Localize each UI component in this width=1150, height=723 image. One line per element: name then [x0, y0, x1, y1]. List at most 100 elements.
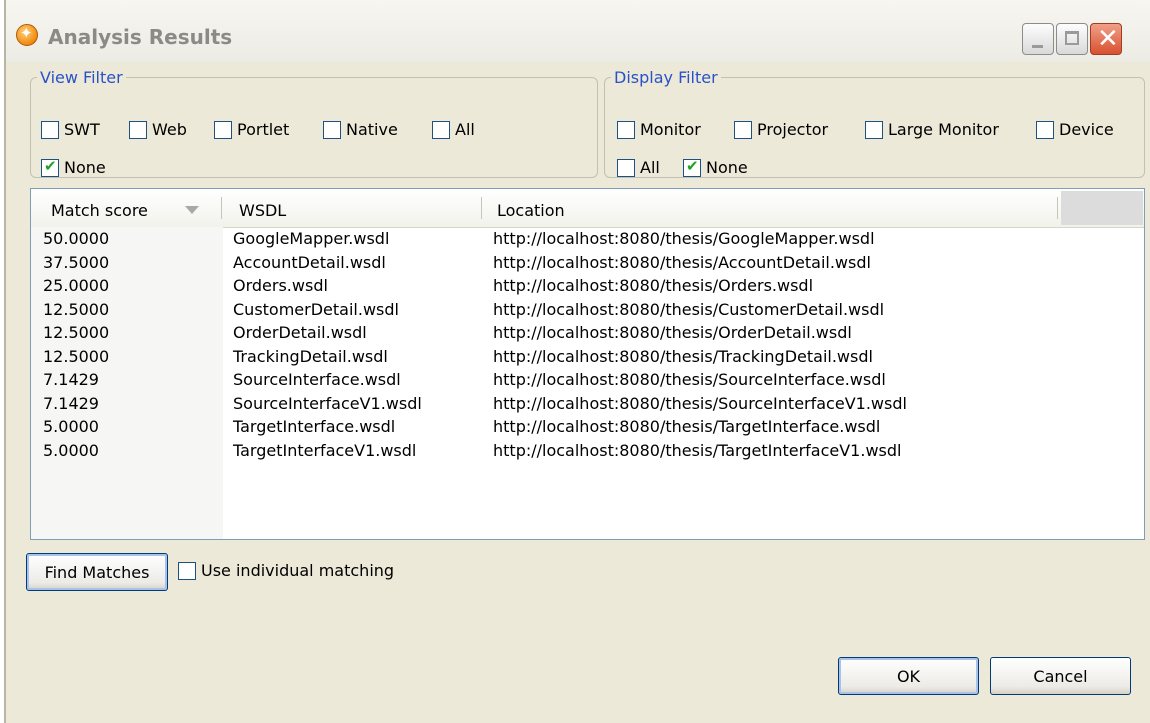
cell-location: http://localhost:8080/thesis/GoogleMappe… [493, 229, 875, 248]
checkbox-box[interactable] [734, 120, 752, 139]
checkbox-box[interactable] [214, 120, 232, 139]
column-header-location[interactable]: Location [497, 201, 565, 220]
view-filter-web-checkbox[interactable]: Web [129, 120, 187, 139]
close-button[interactable]: ✕ [1090, 23, 1122, 55]
cell-match-score: 5.0000 [43, 440, 99, 460]
analysis-results-window: Analysis Results ✕ View Filter SWT Web P… [4, 0, 1150, 723]
column-header-match-score[interactable]: Match score [51, 201, 148, 220]
checkbox-label: Native [346, 120, 398, 139]
display-filter-monitor-checkbox[interactable]: Monitor [617, 120, 701, 139]
cell-wsdl: AccountDetail.wsdl [233, 252, 386, 272]
cell-match-score: 25.0000 [43, 276, 110, 295]
checkbox-label: Device [1059, 120, 1114, 139]
close-icon: ✕ [1097, 24, 1119, 54]
table-row[interactable]: 50.0000 GoogleMapper.wsdl http://localhost… [31, 229, 1144, 252]
cancel-button[interactable]: Cancel [990, 657, 1131, 695]
table-row[interactable]: 12.5000 TrackingDetail.wsdl http://localho… [31, 347, 1144, 370]
results-table[interactable]: Match score WSDL Location 50.0000 GoogleM… [30, 188, 1145, 540]
cell-location: http://localhost:8080/thesis/AccountDeta… [493, 252, 871, 272]
checkbox-label: Use individual matching [201, 561, 395, 580]
table-row[interactable]: 7.1429 SourceInterface.wsdl http://localho… [31, 370, 1144, 393]
cell-match-score: 7.1429 [43, 393, 99, 413]
view-filter-all-checkbox[interactable]: All [432, 120, 475, 139]
checkbox-box[interactable] [41, 157, 59, 177]
cell-location: http://localhost:8080/thesis/CustomerDet… [493, 299, 885, 319]
view-filter-group: View Filter SWT Web Portlet Native All N… [30, 68, 598, 178]
checkbox-label: None [706, 158, 748, 177]
cell-location: http://localhost:8080/thesis/SourceInter… [493, 393, 907, 413]
display-filter-all-checkbox[interactable]: All [617, 158, 660, 177]
view-filter-native-checkbox[interactable]: Native [323, 120, 398, 139]
column-divider[interactable] [221, 197, 222, 219]
checkbox-label: Large Monitor [888, 120, 999, 139]
minimize-button[interactable] [1022, 23, 1054, 55]
column-divider[interactable] [1057, 197, 1058, 219]
table-row[interactable]: 7.1429 SourceInterfaceV1.wsdl http://local… [31, 394, 1144, 417]
cell-location: http://localhost:8080/thesis/OrderDetail… [493, 323, 852, 342]
cell-wsdl: SourceInterfaceV1.wsdl [233, 393, 422, 413]
view-filter-swt-checkbox[interactable]: SWT [41, 120, 100, 139]
cell-match-score: 12.5000 [43, 323, 110, 342]
cell-match-score: 37.5000 [43, 252, 110, 272]
display-filter-legend: Display Filter [614, 68, 718, 87]
column-divider[interactable] [481, 197, 482, 219]
checkbox-box[interactable] [617, 120, 635, 139]
checkbox-box[interactable] [683, 157, 701, 177]
sort-descending-icon [185, 206, 199, 214]
table-header: Match score WSDL Location [31, 189, 1144, 228]
app-icon [16, 24, 38, 46]
cell-location: http://localhost:8080/thesis/Orders.wsdl [493, 276, 814, 295]
checkbox-label: All [640, 158, 660, 177]
cell-match-score: 50.0000 [43, 229, 110, 248]
view-filter-none-checkbox[interactable]: None [41, 157, 106, 177]
display-filter-group: Display Filter Monitor Projector Large M… [604, 68, 1145, 178]
checkbox-label: None [64, 158, 106, 177]
view-filter-portlet-checkbox[interactable]: Portlet [214, 120, 289, 139]
display-filter-none-checkbox[interactable]: None [683, 157, 748, 177]
cell-wsdl: TrackingDetail.wsdl [233, 346, 388, 366]
checkbox-box[interactable] [323, 120, 341, 139]
checkbox-label: SWT [64, 120, 100, 139]
checkbox-label: Monitor [640, 120, 701, 139]
cell-location: http://localhost:8080/thesis/SourceInter… [493, 370, 886, 389]
checkbox-label: All [455, 120, 475, 139]
cell-match-score: 12.5000 [43, 299, 110, 319]
checkbox-box[interactable] [617, 158, 635, 177]
checkbox-box[interactable] [41, 120, 59, 139]
cell-wsdl: CustomerDetail.wsdl [233, 299, 399, 319]
checkbox-label: Portlet [237, 120, 290, 139]
table-row[interactable]: 5.0000 TargetInterfaceV1.wsdl http://local… [31, 441, 1144, 464]
cell-wsdl: OrderDetail.wsdl [233, 323, 367, 342]
checkbox-box[interactable] [865, 120, 883, 139]
table-row[interactable]: 5.0000 TargetInterface.wsdl http://localho… [31, 417, 1144, 440]
column-header-wsdl[interactable]: WSDL [239, 201, 286, 220]
find-matches-button[interactable]: Find Matches [26, 553, 168, 591]
table-row[interactable]: 12.5000 OrderDetail.wsdl http://localhost:… [31, 323, 1144, 346]
cell-location: http://localhost:8080/thesis/TargetInter… [493, 440, 902, 460]
display-filter-large-monitor-checkbox[interactable]: Large Monitor [865, 120, 999, 139]
cell-wsdl: GoogleMapper.wsdl [233, 229, 390, 248]
cell-wsdl: Orders.wsdl [233, 276, 328, 295]
use-individual-matching-checkbox[interactable]: Use individual matching [178, 561, 394, 580]
checkbox-box[interactable] [1036, 120, 1054, 139]
cell-wsdl: TargetInterfaceV1.wsdl [233, 440, 417, 460]
table-row[interactable]: 25.0000 Orders.wsdl http://localhost:8080/… [31, 276, 1144, 299]
table-row[interactable]: 12.5000 CustomerDetail.wsdl http://localho… [31, 300, 1144, 323]
table-row[interactable]: 37.5000 AccountDetail.wsdl http://localhos… [31, 253, 1144, 276]
minimize-icon [1032, 45, 1043, 48]
cell-match-score: 5.0000 [43, 417, 99, 436]
cell-match-score: 7.1429 [43, 370, 99, 389]
checkbox-box[interactable] [432, 120, 450, 139]
maximize-icon [1065, 31, 1079, 45]
checkbox-box[interactable] [129, 120, 147, 139]
checkbox-label: Web [152, 120, 187, 139]
title-bar[interactable]: Analysis Results ✕ [6, 0, 1150, 62]
cell-location: http://localhost:8080/thesis/TrackingDet… [493, 346, 873, 366]
cell-match-score: 12.5000 [43, 346, 110, 366]
checkbox-box[interactable] [178, 561, 196, 580]
display-filter-projector-checkbox[interactable]: Projector [734, 120, 828, 139]
maximize-button[interactable] [1056, 23, 1088, 55]
ok-button[interactable]: OK [838, 657, 979, 695]
cell-wsdl: TargetInterface.wsdl [233, 417, 396, 436]
display-filter-device-checkbox[interactable]: Device [1036, 120, 1114, 139]
